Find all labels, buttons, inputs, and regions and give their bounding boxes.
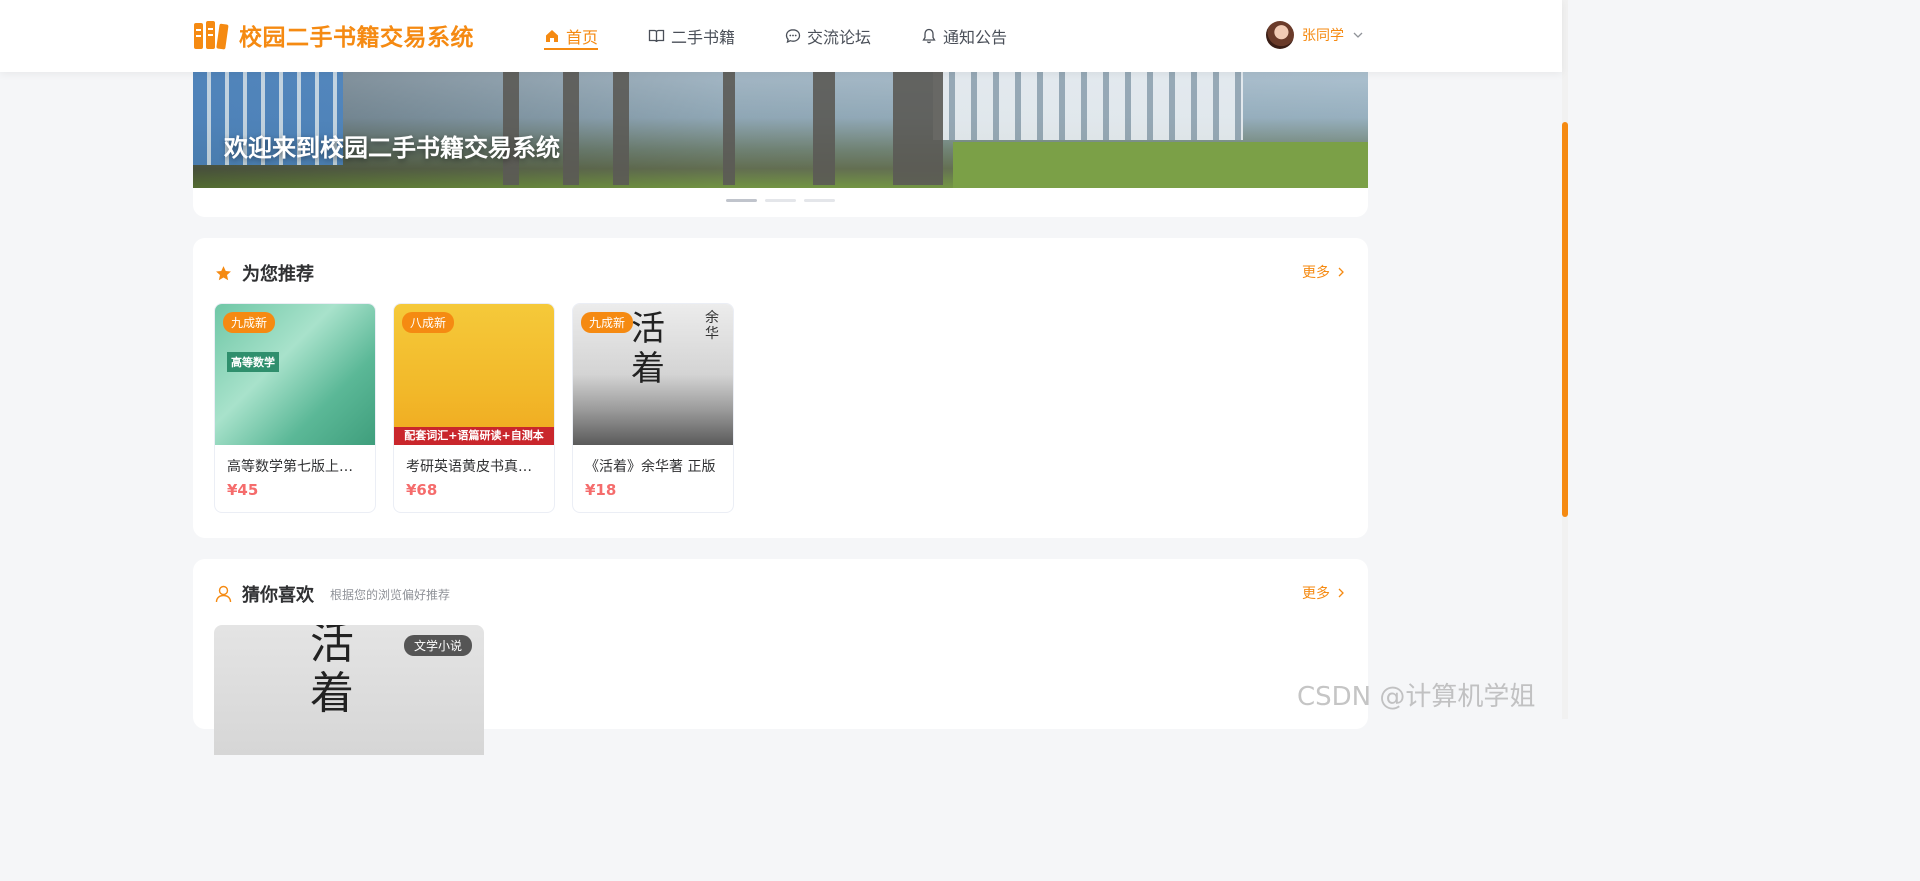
bell-icon [922,28,936,44]
carousel-dot[interactable] [765,199,796,202]
chevron-right-icon [1338,588,1344,598]
cover-author: 余华 [705,310,719,342]
book-price: ¥45 [227,481,259,499]
recommend-book-list: 高等数学 九成新 高等数学第七版上册同步辅导与习题全解 ¥45 配套词汇+语篇研… [214,303,751,513]
avatar[interactable] [1266,21,1294,49]
site-title: 校园二手书籍交易系统 [239,25,474,51]
banner-title: 欢迎来到校园二手书籍交易系统 [224,134,560,162]
book-cover: 活着 余华 九成新 [573,304,733,445]
nav-books-label: 二手书籍 [671,28,736,47]
recommend-section: 为您推荐 更多 高等数学 九成新 高等数学第七版上册同步辅导与习题全解 ¥45 … [193,238,1368,538]
guess-subtitle: 根据您的浏览偏好推荐 [330,587,451,602]
banner-tree [723,70,735,185]
nav-notice[interactable]: 通知公告 [921,0,1007,72]
banner-tree [893,70,943,185]
book-title: 《活着》余华著 正版 [585,459,716,475]
book-cover: 高等数学 九成新 [215,304,375,445]
guess-title: 猜你喜欢 [242,585,314,606]
books-logo-icon [194,21,229,50]
book-card[interactable]: 活着 余华 九成新 《活着》余华著 正版 ¥18 [572,303,734,513]
user-icon [215,585,232,603]
nav-books[interactable]: 二手书籍 [648,0,735,72]
guess-header: 猜你喜欢 根据您的浏览偏好推荐 [215,581,450,607]
recommend-header: 为您推荐 [215,260,314,286]
book-card[interactable]: 高等数学 九成新 高等数学第七版上册同步辅导与习题全解 ¥45 [214,303,376,513]
banner-tree [813,70,835,185]
chevron-right-icon [1338,267,1344,277]
cover-title: 配套词汇+语篇研读+自测本 [394,427,554,445]
carousel-dot[interactable] [804,199,835,202]
condition-badge: 九成新 [581,312,634,333]
book-title: 考研英语黄皮书真题冲刺试卷版 [406,459,542,475]
main-nav: 首页 二手书籍 交流论坛 通知公告 [544,0,1057,72]
cover-title: 高等数学 [227,352,279,372]
chat-icon [785,29,801,44]
top-navbar: 校园二手书籍交易系统 首页 二手书籍 交流论坛 通知公告 张同学 [0,0,1562,72]
book-card[interactable]: 配套词汇+语篇研读+自测本 八成新 考研英语黄皮书真题冲刺试卷版 ¥68 [393,303,555,513]
condition-badge: 九成新 [223,312,276,333]
more-label: 更多 [1302,586,1330,602]
book-cover: 配套词汇+语篇研读+自测本 八成新 [394,304,554,445]
banner-grass [953,142,1368,188]
carousel-dot[interactable] [726,199,757,202]
nav-forum-label: 交流论坛 [807,28,872,47]
nav-home[interactable]: 首页 [544,0,599,72]
scrollbar-thumb[interactable] [1562,122,1568,517]
site-logo[interactable]: 校园二手书籍交易系统 [193,18,474,52]
recommend-title: 为您推荐 [242,264,314,285]
nav-home-label: 首页 [566,28,599,47]
cover-title: 活着 [631,309,665,389]
banner-tree [563,70,579,185]
guess-more-link[interactable]: 更多 [1302,583,1346,603]
book-icon [648,29,665,43]
page-scrollbar[interactable] [1562,0,1568,719]
star-icon [216,265,231,280]
chevron-down-icon [1353,32,1363,38]
nav-notice-label: 通知公告 [943,28,1008,47]
more-label: 更多 [1302,265,1330,281]
cover-title: 活着 [310,625,354,719]
category-badge: 文学小说 [403,635,472,656]
banner-image: 欢迎来到校园二手书籍交易系统 [193,60,1368,188]
banner-building-right [933,70,1243,140]
nav-forum[interactable]: 交流论坛 [785,0,871,72]
book-price: ¥68 [406,481,438,499]
home-icon [546,30,558,42]
book-price: ¥18 [585,481,617,499]
user-menu[interactable]: 张同学 [1266,21,1364,49]
watermark: CSDN @计算机学姐 [1297,682,1536,712]
condition-badge: 八成新 [402,312,455,333]
user-name: 张同学 [1302,28,1344,44]
recommend-more-link[interactable]: 更多 [1302,262,1346,282]
guess-section: 猜你喜欢 根据您的浏览偏好推荐 更多 活着 文学小说 [193,559,1368,755]
carousel-indicators [726,199,843,202]
book-title: 高等数学第七版上册同步辅导与习题全解 [227,459,363,475]
guess-book-card[interactable]: 活着 文学小说 [214,625,484,755]
banner-carousel: 欢迎来到校园二手书籍交易系统 [193,60,1368,217]
banner-tree [613,70,629,185]
